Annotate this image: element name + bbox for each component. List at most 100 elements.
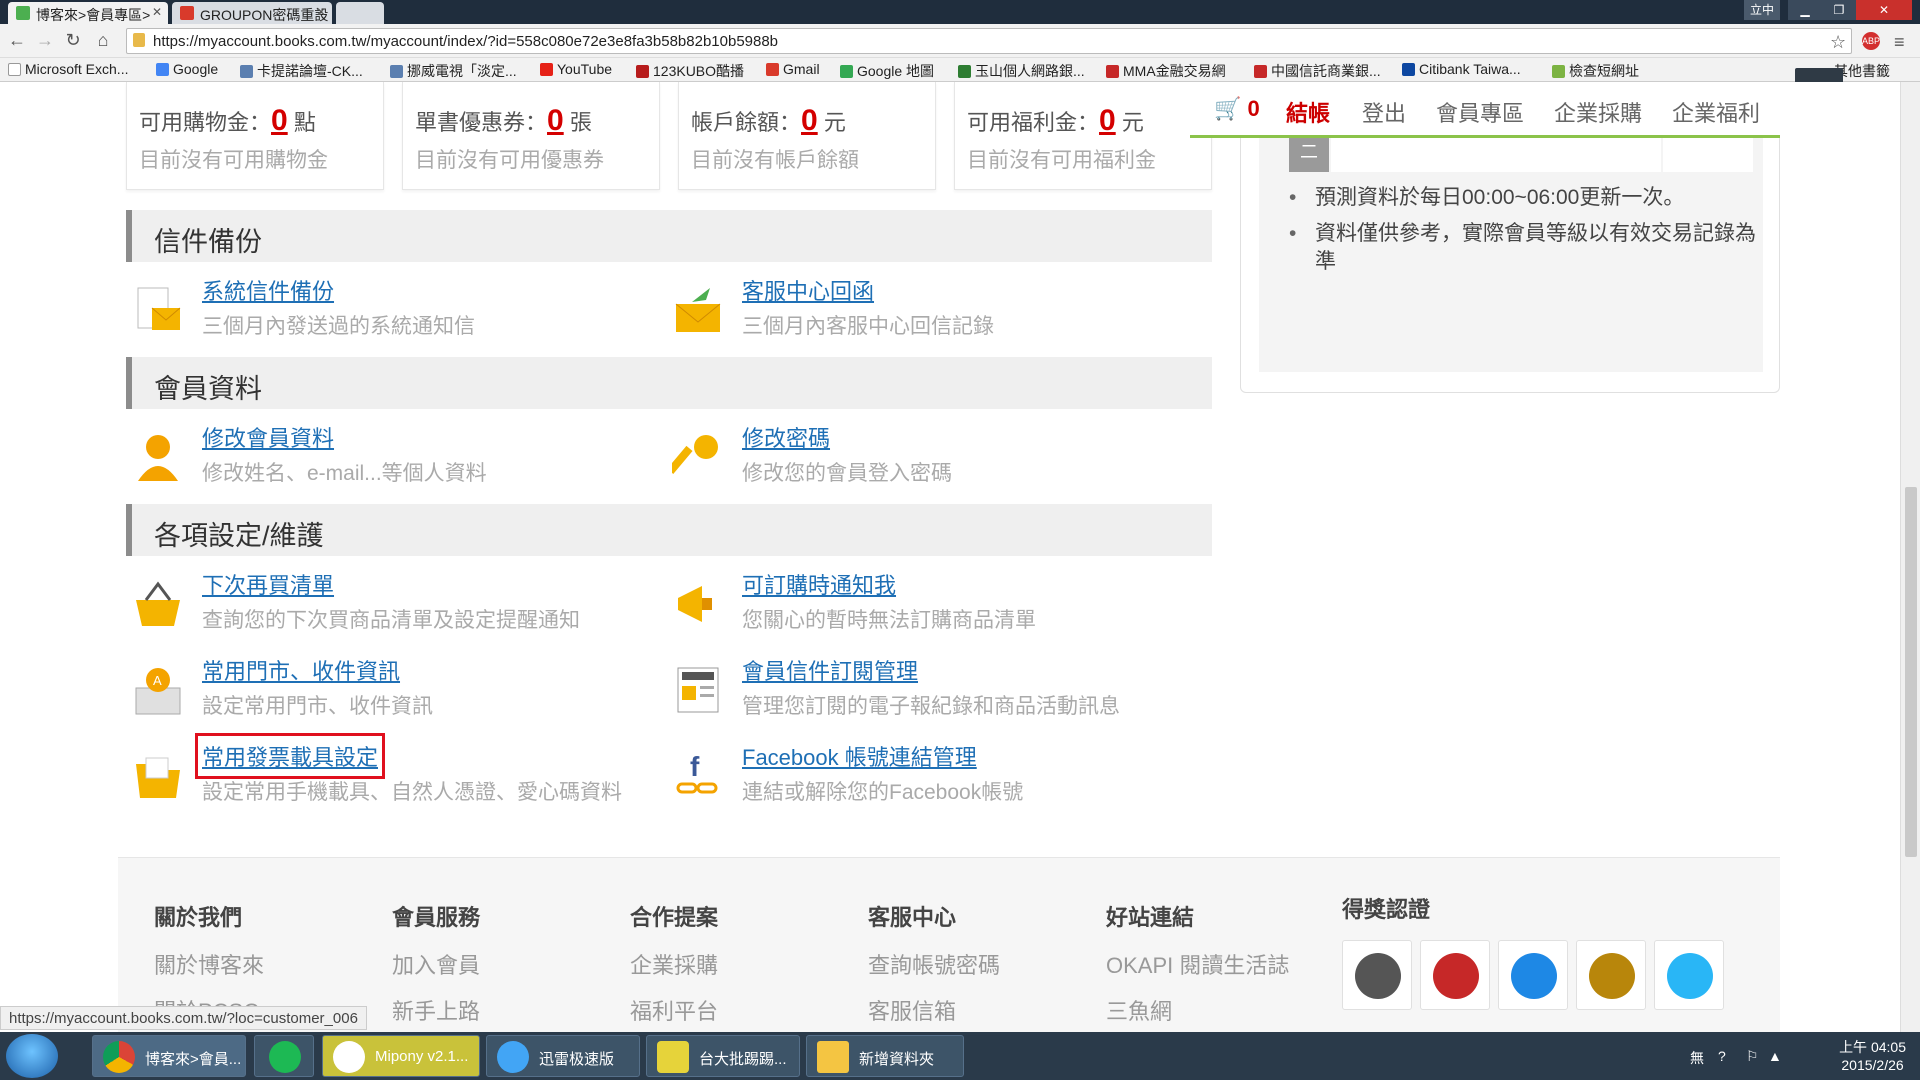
taskbar-spotify[interactable] [254, 1035, 314, 1077]
menu-item-buy-later[interactable]: 下次再買清單 查詢您的下次買商品清單及設定提醒通知 [126, 568, 646, 640]
bookmark-item[interactable]: Citibank Taiwa... [1402, 61, 1521, 77]
tab-books[interactable]: 博客來>會員專區> ✕ [8, 2, 168, 24]
bookmark-item[interactable]: 挪威電視「淡定... [390, 61, 517, 81]
bookmark-item[interactable]: MMA金融交易網 [1106, 61, 1226, 81]
nav-logout[interactable]: 登出 [1362, 96, 1406, 128]
profile-badge[interactable]: 立中 [1744, 0, 1780, 20]
tv-icon [390, 65, 403, 78]
summary-shopping-credit[interactable]: 可用購物金：0 點 目前沒有可用購物金 [126, 82, 384, 190]
footer-link[interactable]: 福利平台 [630, 994, 850, 1026]
item-desc: 設定常用手機載具、自然人憑證、愛心碼資料 [202, 781, 622, 804]
note-item: 預測資料於每日00:00~06:00更新一次。 [1289, 184, 1765, 212]
new-tab-button[interactable] [336, 2, 384, 24]
footer-link[interactable]: OKAPI 閱讀生活誌 [1106, 948, 1326, 980]
ime-indicator[interactable]: 無 [1690, 1048, 1704, 1068]
link-newsletter[interactable]: 會員信件訂閱管理 [742, 654, 918, 686]
maps-icon [840, 65, 853, 78]
summary-welfare[interactable]: 可用福利金：0 元 目前沒有可用福利金 [954, 82, 1212, 190]
taskbar-xunlei[interactable]: 迅雷极速版 [486, 1035, 640, 1077]
nav-enterprise-purchase[interactable]: 企業採購 [1554, 96, 1642, 128]
taskbar-ptt[interactable]: 台大批踢踢... [646, 1035, 800, 1077]
reload-icon[interactable]: ↻ [62, 30, 84, 51]
footer-link[interactable]: 查詢帳號密碼 [868, 948, 1088, 980]
taskbar-chrome[interactable]: 博客來>會員... [92, 1035, 246, 1077]
summary-sub: 目前沒有可用優惠券 [415, 149, 604, 172]
menu-item-invoice-carrier[interactable]: 常用發票載具設定 設定常用手機載具、自然人憑證、愛心碼資料 [126, 733, 646, 812]
summary-coupon[interactable]: 單書優惠券：0 張 目前沒有可用優惠券 [402, 82, 660, 190]
link-service-reply[interactable]: 客服中心回函 [742, 274, 874, 306]
web100-icon [1433, 953, 1479, 999]
bookmark-item[interactable]: 卡提諾論壇-CK... [240, 61, 363, 81]
folder-icon [1552, 65, 1565, 78]
link-invoice-carrier[interactable]: 常用發票載具設定 [194, 733, 386, 779]
close-icon[interactable]: ✕ [316, 5, 326, 19]
bookmark-item[interactable]: 玉山個人網路銀... [958, 61, 1085, 81]
bookmark-item[interactable]: Google [156, 61, 218, 77]
windows-taskbar: 博客來>會員... Mipony v2.1... 迅雷极速版 台大批踢踢... … [0, 1032, 1920, 1080]
close-icon[interactable]: ✕ [152, 5, 162, 19]
menu-icon[interactable]: ≡ [1894, 32, 1905, 53]
award-badge[interactable] [1342, 940, 1412, 1010]
link-change-password[interactable]: 修改密碼 [742, 421, 830, 453]
tab-groupon[interactable]: GROUPON密碼重設 ✕ [172, 2, 332, 24]
taskbar-mipony[interactable]: Mipony v2.1... [322, 1035, 480, 1077]
link-facebook[interactable]: Facebook 帳號連結管理 [742, 740, 977, 772]
link-system-mail[interactable]: 系統信件備份 [202, 274, 334, 306]
bookmark-item[interactable]: Gmail [766, 61, 820, 77]
bookmark-item[interactable]: 檢查短網址 [1552, 61, 1639, 81]
start-button[interactable] [6, 1034, 58, 1078]
forward-icon[interactable]: → [34, 30, 56, 51]
bookmark-item[interactable]: Microsoft Exch... [8, 61, 128, 77]
system-clock[interactable]: 上午 04:05 2015/2/26 [1839, 1038, 1906, 1074]
cart-link[interactable]: 🛒 0 [1214, 96, 1260, 122]
summary-balance[interactable]: 帳戶餘額：0 元 目前沒有帳戶餘額 [678, 82, 936, 190]
star-icon[interactable]: ☆ [1830, 32, 1846, 53]
footer-link[interactable]: 關於博客來 [154, 948, 374, 980]
menu-item-service-reply[interactable]: 客服中心回函 三個月內客服中心回信記錄 [666, 274, 1186, 346]
bookmark-item[interactable]: YouTube [540, 61, 612, 77]
summary-sub: 目前沒有可用購物金 [139, 149, 328, 172]
bookmark-item[interactable]: 中國信託商業銀... [1254, 61, 1381, 81]
back-icon[interactable]: ← [6, 30, 28, 51]
home-icon[interactable]: ⌂ [92, 30, 114, 51]
link-notify-me[interactable]: 可訂購時通知我 [742, 568, 896, 600]
adblock-icon[interactable]: ABP [1862, 32, 1880, 50]
close-window-button[interactable]: ✕ [1856, 0, 1912, 20]
footer-link[interactable]: 新手上路 [392, 994, 612, 1026]
link-buy-later[interactable]: 下次再買清單 [202, 568, 334, 600]
award-badge[interactable] [1420, 940, 1490, 1010]
footer-link[interactable]: 三魚網 [1106, 994, 1326, 1026]
address-bar[interactable]: https://myaccount.books.com.tw/myaccount… [126, 28, 1852, 54]
menu-item-newsletter[interactable]: 會員信件訂閱管理 管理您訂閱的電子報紀錄和商品活動訊息 [666, 654, 1186, 726]
maximize-button[interactable]: ❐ [1822, 0, 1856, 20]
page-scrollbar[interactable] [1900, 82, 1920, 1032]
bookmark-item[interactable]: Google 地圖 [840, 61, 934, 81]
footer-link[interactable]: 企業採購 [630, 948, 850, 980]
nav-member-area[interactable]: 會員專區 [1436, 96, 1524, 128]
megaphone-icon [678, 586, 712, 622]
menu-item-store-shipping[interactable]: A 常用門市、收件資訊 設定常用門市、收件資訊 [126, 654, 646, 726]
menu-item-facebook-link[interactable]: f Facebook 帳號連結管理 連結或解除您的Facebook帳號 [666, 740, 1186, 812]
menu-item-system-mail[interactable]: 系統信件備份 三個月內發送過的系統通知信 [126, 274, 646, 346]
scroll-thumb[interactable] [1905, 487, 1917, 857]
nav-checkout[interactable]: 結帳 [1286, 96, 1330, 128]
show-hidden-icons[interactable]: ▲ [1768, 1048, 1782, 1064]
footer-link[interactable]: 加入會員 [392, 948, 612, 980]
award-badge[interactable] [1498, 940, 1568, 1010]
link-store-shipping[interactable]: 常用門市、收件資訊 [202, 654, 400, 686]
help-icon[interactable]: ? [1718, 1048, 1726, 1064]
link-edit-profile[interactable]: 修改會員資料 [202, 421, 334, 453]
menu-item-edit-profile[interactable]: 修改會員資料 修改姓名、e-mail...等個人資料 [126, 421, 646, 493]
mail-reply-icon [675, 288, 721, 332]
network-icon[interactable]: ⚐ [1746, 1048, 1759, 1065]
nav-enterprise-welfare[interactable]: 企業福利 [1672, 96, 1760, 128]
footer-link[interactable]: 客服信箱 [868, 994, 1088, 1026]
award-badge[interactable] [1654, 940, 1724, 1010]
section-header-mail-backup: 信件備份 [126, 210, 1212, 262]
award-badge[interactable] [1576, 940, 1646, 1010]
taskbar-folder[interactable]: 新增資料夾 [806, 1035, 964, 1077]
minimize-button[interactable]: ▁ [1788, 0, 1822, 20]
menu-item-notify-me[interactable]: 可訂購時通知我 您關心的暫時無法訂購商品清單 [666, 568, 1186, 640]
menu-item-change-password[interactable]: 修改密碼 修改您的會員登入密碼 [666, 421, 1186, 493]
bookmark-item[interactable]: 123KUBO酷播 [636, 61, 744, 81]
